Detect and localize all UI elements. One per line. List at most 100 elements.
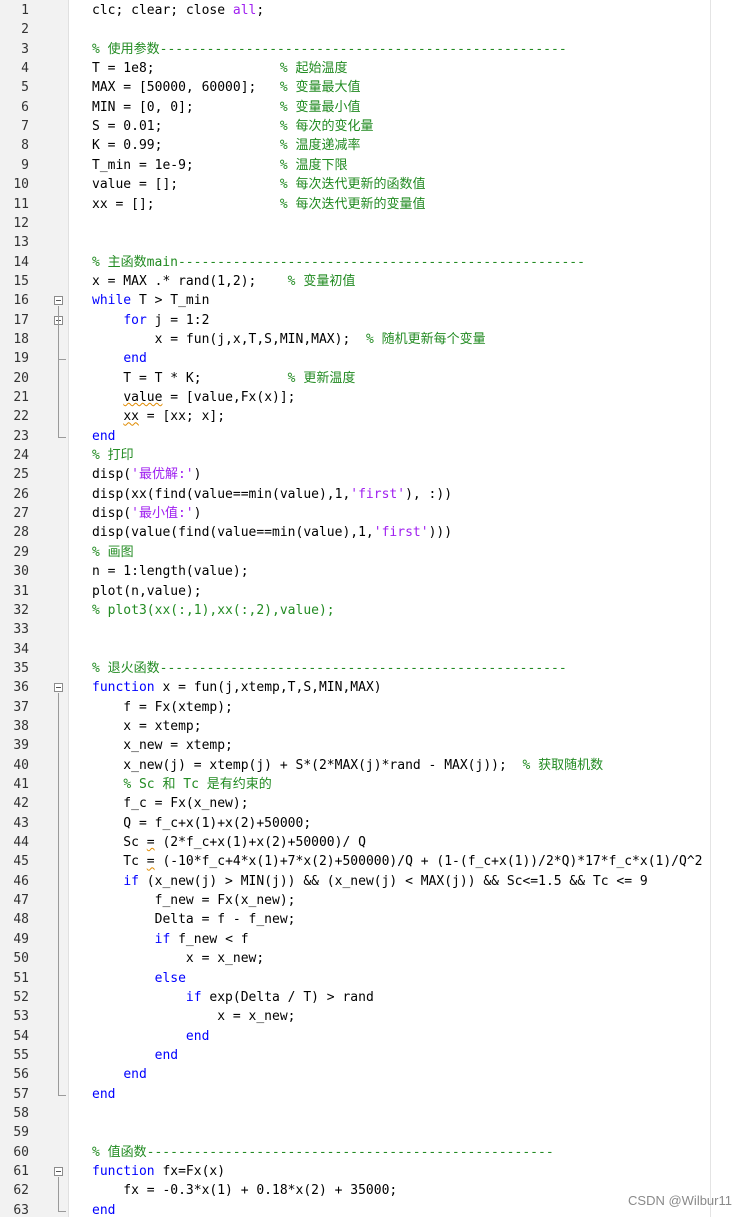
code-text[interactable]: x = x_new; [92,949,264,968]
code-text[interactable]: x = xtemp; [92,717,201,736]
code-line[interactable]: 23 end [0,427,746,446]
code-line[interactable]: 34 [0,640,746,659]
code-line[interactable]: 54 end [0,1027,746,1046]
fold-toggle-icon[interactable] [54,1167,63,1176]
code-line[interactable]: 8 K = 0.99; % 温度递减率 [0,136,746,155]
code-line[interactable]: 10 value = []; % 每次迭代更新的函数值 [0,175,746,194]
code-line[interactable]: 48 Delta = f - f_new; [0,910,746,929]
code-line[interactable]: 60 % 值函数---------------------------------… [0,1143,746,1162]
code-text[interactable]: if (x_new(j) > MIN(j)) && (x_new(j) < MA… [92,872,647,891]
code-editor[interactable]: 1 clc; clear; close all; 2 3% 使用参数---------… [0,0,746,1218]
code-line[interactable]: 27 disp('最小值:') [0,504,746,523]
code-text[interactable]: value = [value,Fx(x)]; [92,388,295,407]
code-line[interactable]: 35 % 退火函数--------------------------------… [0,659,746,678]
code-text[interactable]: value = []; % 每次迭代更新的函数值 [92,175,426,194]
code-line[interactable]: 7 S = 0.01; % 每次的变化量 [0,117,746,136]
code-line[interactable]: 24 % 打印 [0,446,746,465]
code-text[interactable]: function fx=Fx(x) [92,1162,225,1181]
code-line[interactable]: 36 function x = fun(j,xtemp,T,S,MIN,MAX) [0,678,746,697]
code-line[interactable]: 37 f = Fx(xtemp); [0,698,746,717]
code-text[interactable]: T = 1e8; % 起始温度 [92,59,348,78]
code-text[interactable]: % 退火函数----------------------------------… [92,659,567,678]
code-text[interactable]: Sc = (2*f_c+x(1)+x(2)+50000)/ Q [92,833,366,852]
code-line[interactable]: 3 % 使用参数---------------------------------… [0,40,746,59]
code-line[interactable]: 40 x_new(j) = xtemp(j) + S*(2*MAX(j)*ran… [0,756,746,775]
code-line[interactable]: 18 x = fun(j,x,T,S,MIN,MAX); % 随机更新每个变量 [0,330,746,349]
code-text[interactable]: xx = [xx; x]; [92,407,225,426]
code-line[interactable]: 17 for j = 1:2 [0,311,746,330]
code-line[interactable]: 39 x_new = xtemp; [0,736,746,755]
code-text[interactable]: if exp(Delta / T) > rand [92,988,374,1007]
code-line[interactable]: 28 disp(value(find(value==min(value),1,'f… [0,523,746,542]
code-text[interactable]: MAX = [50000, 60000]; % 变量最大值 [92,78,361,97]
code-line[interactable]: 13 [0,233,746,252]
code-line[interactable]: 50 x = x_new; [0,949,746,968]
code-line[interactable]: 30 n = 1:length(value); [0,562,746,581]
code-line[interactable]: 44 Sc = (2*f_c+x(1)+x(2)+50000)/ Q [0,833,746,852]
code-text[interactable]: disp(xx(find(value==min(value),1,'first'… [92,485,452,504]
code-line[interactable]: 21 value = [value,Fx(x)]; [0,388,746,407]
code-line[interactable]: 47 f_new = Fx(x_new); [0,891,746,910]
code-text[interactable]: % 打印 [92,446,134,465]
code-line[interactable]: 20 T = T * K; % 更新温度 [0,369,746,388]
code-line[interactable]: 52 if exp(Delta / T) > rand [0,988,746,1007]
code-text[interactable]: x_new = xtemp; [92,736,233,755]
code-line[interactable]: 49 if f_new < f [0,930,746,949]
code-text[interactable]: % Sc 和 Tc 是有约束的 [92,775,271,794]
code-text[interactable]: MIN = [0, 0]; % 变量最小值 [92,98,361,117]
code-text[interactable]: % 主函数main-------------------------------… [92,253,585,272]
code-line[interactable]: 12 [0,214,746,233]
code-line[interactable]: 6 MIN = [0, 0]; % 变量最小值 [0,98,746,117]
code-text[interactable]: x_new(j) = xtemp(j) + S*(2*MAX(j)*rand -… [92,756,603,775]
code-text[interactable]: f = Fx(xtemp); [92,698,233,717]
code-line[interactable]: 33 [0,620,746,639]
code-line[interactable]: 41 % Sc 和 Tc 是有约束的 [0,775,746,794]
code-text[interactable]: S = 0.01; % 每次的变化量 [92,117,374,136]
fold-toggle-icon[interactable] [54,683,63,693]
code-line[interactable]: 31 plot(n,value); [0,582,746,601]
code-line[interactable]: 38 x = xtemp; [0,717,746,736]
code-line[interactable]: 29 % 画图 [0,543,746,562]
code-line[interactable]: 58 [0,1104,746,1123]
code-text[interactable]: disp('最小值:') [92,504,201,523]
code-text[interactable]: end [92,1027,209,1046]
code-line[interactable]: 4 T = 1e8; % 起始温度 [0,59,746,78]
code-line[interactable]: 53 x = x_new; [0,1007,746,1026]
code-line[interactable]: 2 [0,20,746,39]
code-line[interactable]: 56 end [0,1065,746,1084]
code-text[interactable]: end [92,1085,115,1104]
code-text[interactable]: disp('最优解:') [92,465,201,484]
code-text[interactable]: fx = -0.3*x(1) + 0.18*x(2) + 35000; [92,1181,397,1200]
code-text[interactable]: for j = 1:2 [92,311,209,330]
code-text[interactable]: % plot3(xx(:,1),xx(:,2),value); [92,601,335,620]
code-text[interactable]: % 画图 [92,543,134,562]
code-line[interactable]: 59 [0,1123,746,1142]
code-text[interactable]: else [92,969,186,988]
code-text[interactable]: x = x_new; [92,1007,295,1026]
code-line[interactable]: 55 end [0,1046,746,1065]
code-line[interactable]: 51 else [0,969,746,988]
code-line[interactable]: 1 clc; clear; close all; [0,1,746,20]
code-text[interactable]: function x = fun(j,xtemp,T,S,MIN,MAX) [92,678,382,697]
code-text[interactable]: clc; clear; close all; [92,1,264,20]
fold-toggle-icon[interactable] [54,296,63,306]
code-text[interactable]: n = 1:length(value); [92,562,249,581]
code-text[interactable]: f_new = Fx(x_new); [92,891,296,910]
code-text[interactable]: disp(value(find(value==min(value),1,'fir… [92,523,452,542]
code-text[interactable]: f_c = Fx(x_new); [92,794,248,813]
code-text[interactable]: while T > T_min [92,291,209,310]
code-text[interactable]: if f_new < f [92,930,249,949]
code-line[interactable]: 11 xx = []; % 每次迭代更新的变量值 [0,195,746,214]
code-line[interactable]: 57 end [0,1085,746,1104]
code-line[interactable]: 46 if (x_new(j) > MIN(j)) && (x_new(j) <… [0,872,746,891]
code-line[interactable]: 16 while T > T_min [0,291,746,310]
code-text[interactable]: end [92,427,115,446]
code-line[interactable]: 14 % 主函数main-----------------------------… [0,253,746,272]
code-line[interactable]: 5 MAX = [50000, 60000]; % 变量最大值 [0,78,746,97]
code-text[interactable]: T_min = 1e-9; % 温度下限 [92,156,348,175]
code-text[interactable]: x = MAX .* rand(1,2); % 变量初值 [92,272,355,291]
code-text[interactable]: x = fun(j,x,T,S,MIN,MAX); % 随机更新每个变量 [92,330,486,349]
code-line[interactable]: 45 Tc = (-10*f_c+4*x(1)+7*x(2)+500000)/Q… [0,852,746,871]
code-text[interactable]: Tc = (-10*f_c+4*x(1)+7*x(2)+500000)/Q + … [92,852,702,871]
code-text[interactable]: T = T * K; % 更新温度 [92,369,355,388]
